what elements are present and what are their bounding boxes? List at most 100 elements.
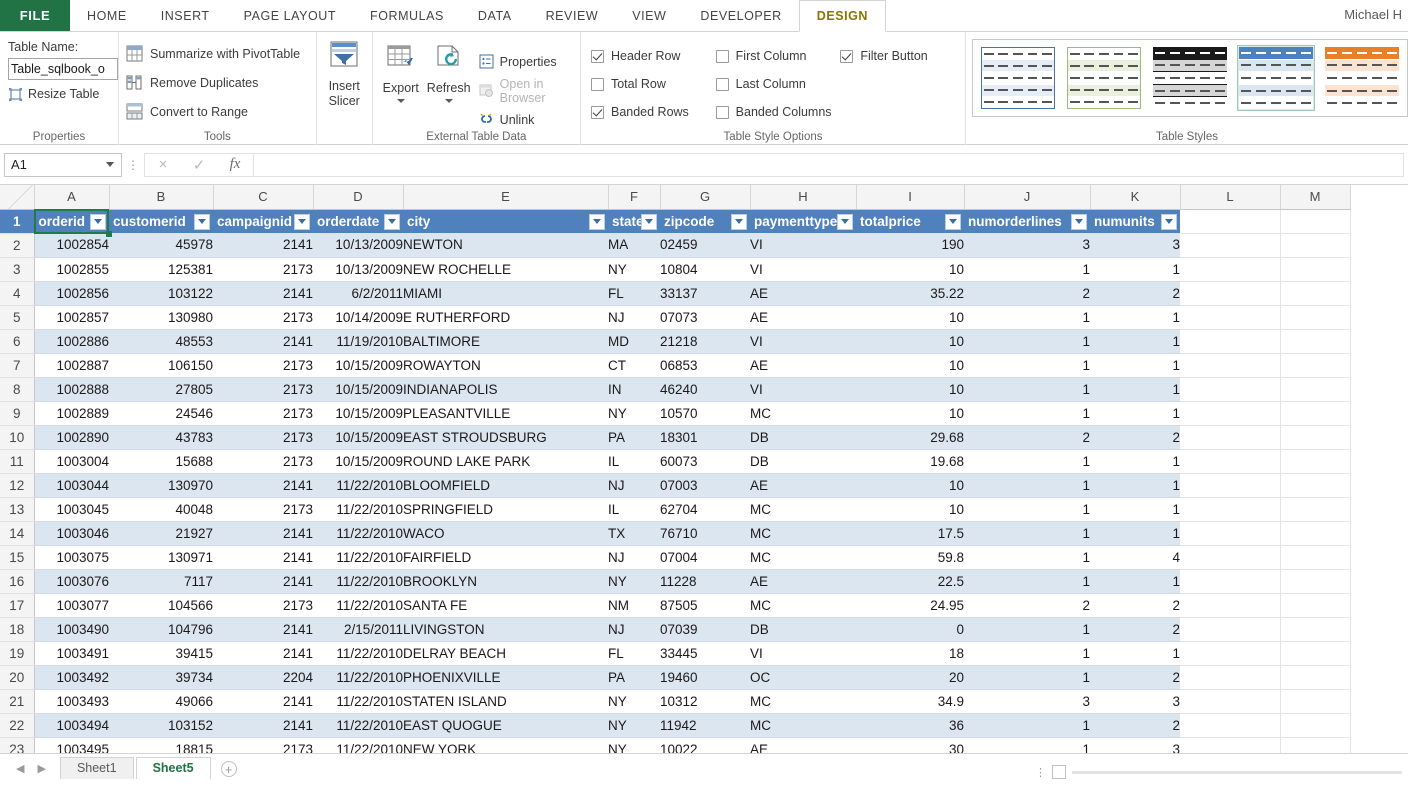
row-header-15[interactable]: 15 xyxy=(0,545,34,569)
cell-B8[interactable]: 27805 xyxy=(109,377,213,401)
empty-cell[interactable] xyxy=(1280,593,1350,617)
cell-B14[interactable]: 21927 xyxy=(109,521,213,545)
empty-cell[interactable] xyxy=(1180,353,1280,377)
empty-cell[interactable] xyxy=(1280,329,1350,353)
cell-J22[interactable]: 1 xyxy=(964,713,1090,737)
cell-A12[interactable]: 1003044 xyxy=(34,473,109,497)
cell-H2[interactable]: VI xyxy=(750,233,856,257)
cell-G14[interactable]: 76710 xyxy=(660,521,750,545)
row-header-23[interactable]: 23 xyxy=(0,737,34,753)
row-header-13[interactable]: 13 xyxy=(0,497,34,521)
resize-table-button[interactable]: Resize Table xyxy=(8,82,118,106)
cell-J19[interactable]: 1 xyxy=(964,641,1090,665)
cell-H12[interactable]: AE xyxy=(750,473,856,497)
cell-G12[interactable]: 07003 xyxy=(660,473,750,497)
cell-K2[interactable]: 3 xyxy=(1090,233,1180,257)
cell-H16[interactable]: AE xyxy=(750,569,856,593)
cell-E6[interactable]: BALTIMORE xyxy=(403,329,608,353)
table-styles-gallery[interactable] xyxy=(972,39,1408,117)
sheet-tab-sheet1[interactable]: Sheet1 xyxy=(60,757,134,779)
cell-E12[interactable]: BLOOMFIELD xyxy=(403,473,608,497)
column-header-l[interactable]: L xyxy=(1180,185,1280,209)
table-row[interactable]: 1610030767117214111/22/2010BROOKLYNNY112… xyxy=(0,569,1350,593)
empty-cell[interactable] xyxy=(1280,665,1350,689)
cell-I7[interactable]: 10 xyxy=(856,353,964,377)
cell-G2[interactable]: 02459 xyxy=(660,233,750,257)
cell-J21[interactable]: 3 xyxy=(964,689,1090,713)
cell-F5[interactable]: NJ xyxy=(608,305,660,329)
checkbox-banded-columns[interactable]: Banded Columns xyxy=(716,98,841,126)
empty-cell[interactable] xyxy=(1280,449,1350,473)
column-header-j[interactable]: J xyxy=(964,185,1090,209)
cell-D17[interactable]: 11/22/2010 xyxy=(313,593,403,617)
cell-C3[interactable]: 2173 xyxy=(213,257,313,281)
cell-K12[interactable]: 1 xyxy=(1090,473,1180,497)
cell-G9[interactable]: 10570 xyxy=(660,401,750,425)
cell-D15[interactable]: 11/22/2010 xyxy=(313,545,403,569)
cell-C19[interactable]: 2141 xyxy=(213,641,313,665)
cell-A16[interactable]: 1003076 xyxy=(34,569,109,593)
name-box-dropdown-icon[interactable] xyxy=(106,162,114,167)
empty-cell[interactable] xyxy=(1180,257,1280,281)
cell-C9[interactable]: 2173 xyxy=(213,401,313,425)
summarize-with-pivottable-button[interactable]: Summarize with PivotTable xyxy=(126,40,316,67)
cell-B23[interactable]: 18815 xyxy=(109,737,213,753)
cell-B18[interactable]: 104796 xyxy=(109,617,213,641)
cell-D23[interactable]: 11/22/2010 xyxy=(313,737,403,753)
cell-C23[interactable]: 2173 xyxy=(213,737,313,753)
cell-D6[interactable]: 11/19/2010 xyxy=(313,329,403,353)
row-header-2[interactable]: 2 xyxy=(0,233,34,257)
cell-E16[interactable]: BROOKLYN xyxy=(403,569,608,593)
cell-K20[interactable]: 2 xyxy=(1090,665,1180,689)
tab-formulas[interactable]: FORMULAS xyxy=(353,0,461,31)
cell-C13[interactable]: 2173 xyxy=(213,497,313,521)
cell-K14[interactable]: 1 xyxy=(1090,521,1180,545)
cell-A22[interactable]: 1003494 xyxy=(34,713,109,737)
cell-A14[interactable]: 1003046 xyxy=(34,521,109,545)
cell-B3[interactable]: 125381 xyxy=(109,257,213,281)
cell-F3[interactable]: NY xyxy=(608,257,660,281)
table-header-paymenttype[interactable]: paymenttype xyxy=(750,209,856,233)
tab-insert[interactable]: INSERT xyxy=(144,0,227,31)
cell-E18[interactable]: LIVINGSTON xyxy=(403,617,608,641)
cell-A10[interactable]: 1002890 xyxy=(34,425,109,449)
cell-D9[interactable]: 10/15/2009 xyxy=(313,401,403,425)
cell-G15[interactable]: 07004 xyxy=(660,545,750,569)
selection-fill-handle[interactable] xyxy=(106,231,112,237)
column-header-k[interactable]: K xyxy=(1090,185,1180,209)
cell-F16[interactable]: NY xyxy=(608,569,660,593)
empty-cell[interactable] xyxy=(1180,401,1280,425)
cell-D16[interactable]: 11/22/2010 xyxy=(313,569,403,593)
cell-C7[interactable]: 2173 xyxy=(213,353,313,377)
horizontal-scroll-grip[interactable]: ⋮ xyxy=(1035,766,1046,779)
cell-C11[interactable]: 2173 xyxy=(213,449,313,473)
cell-E7[interactable]: ROWAYTON xyxy=(403,353,608,377)
empty-cell[interactable] xyxy=(1280,377,1350,401)
table-row[interactable]: 31002855125381217310/13/2009NEW ROCHELLE… xyxy=(0,257,1350,281)
filter-dropdown-icon-customerid[interactable] xyxy=(194,214,210,230)
cell-I10[interactable]: 29.68 xyxy=(856,425,964,449)
table-style-swatch-dark-black[interactable] xyxy=(1151,45,1229,111)
cell-F14[interactable]: TX xyxy=(608,521,660,545)
scroll-left-icon[interactable] xyxy=(1052,765,1066,779)
cell-C8[interactable]: 2173 xyxy=(213,377,313,401)
cell-B10[interactable]: 43783 xyxy=(109,425,213,449)
cell-D7[interactable]: 10/15/2009 xyxy=(313,353,403,377)
table-style-swatch-light-green[interactable] xyxy=(1065,45,1143,111)
unlink-button[interactable]: Unlink xyxy=(479,106,580,133)
cell-F2[interactable]: MA xyxy=(608,233,660,257)
cell-K8[interactable]: 1 xyxy=(1090,377,1180,401)
filter-dropdown-icon-zipcode[interactable] xyxy=(731,214,747,230)
cell-B6[interactable]: 48553 xyxy=(109,329,213,353)
cell-F8[interactable]: IN xyxy=(608,377,660,401)
cell-E20[interactable]: PHOENIXVILLE xyxy=(403,665,608,689)
cell-D10[interactable]: 10/15/2009 xyxy=(313,425,403,449)
empty-cell[interactable] xyxy=(1280,569,1350,593)
cell-J8[interactable]: 1 xyxy=(964,377,1090,401)
cell-J14[interactable]: 1 xyxy=(964,521,1090,545)
table-name-input[interactable]: Table_sqlbook_o xyxy=(8,58,118,80)
cell-A3[interactable]: 1002855 xyxy=(34,257,109,281)
cell-G20[interactable]: 19460 xyxy=(660,665,750,689)
empty-cell[interactable] xyxy=(1280,257,1350,281)
cell-G23[interactable]: 10022 xyxy=(660,737,750,753)
